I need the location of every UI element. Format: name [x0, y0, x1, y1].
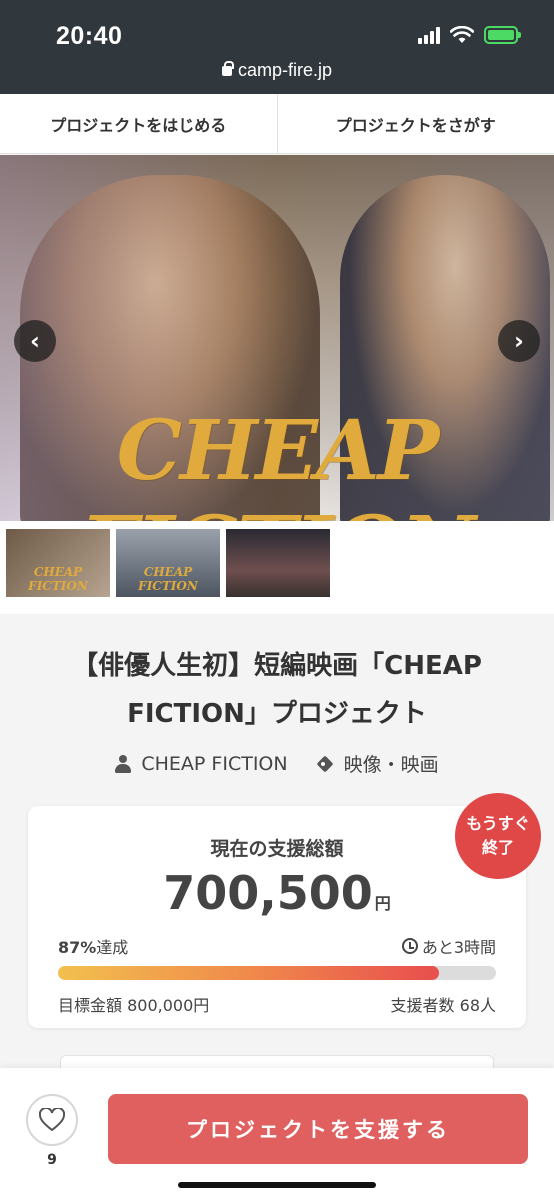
url-text: camp-fire.jp: [237, 60, 333, 80]
support-project-button[interactable]: プロジェクトを支援する: [108, 1094, 528, 1164]
top-nav: プロジェクトをはじめる プロジェクトをさがす: [0, 94, 554, 154]
time-remaining: あと3時間: [401, 934, 496, 958]
thumbnail-2[interactable]: CHEAP FICTION: [116, 529, 220, 597]
hero-title-art: CHEAP FICTION: [80, 403, 476, 521]
cellular-signal-icon: [418, 26, 440, 44]
clock-icon: [401, 938, 418, 954]
achievement-rate: 87%達成: [58, 938, 129, 957]
status-icons: [418, 26, 521, 44]
address-bar[interactable]: camp-fire.jp: [0, 60, 554, 81]
clock-time: 20:40: [56, 22, 123, 50]
category-name: 映像・映画: [343, 754, 439, 776]
owner-name: CHEAP FICTION: [141, 752, 288, 775]
funding-card: 現在の支援総額 700,500 円 87%達成 あと3時間 目標金額 800,00…: [28, 806, 526, 1028]
hero-carousel[interactable]: CHEAP FICTION: [0, 155, 554, 521]
thumbnail-1[interactable]: CHEAP FICTION: [6, 529, 110, 597]
status-bar: 20:40 camp-fire.jp: [0, 0, 554, 94]
heart-icon: [39, 1108, 65, 1132]
tag-icon: [316, 756, 334, 772]
favorite-count: 9: [47, 1152, 57, 1168]
search-project-link[interactable]: プロジェクトをさがす: [278, 94, 554, 153]
user-icon: [115, 754, 132, 773]
carousel-prev-button[interactable]: ‹: [14, 320, 56, 362]
backer-count: 支援者数 68人: [390, 996, 496, 1015]
progress-bar: [58, 966, 496, 980]
category-link[interactable]: 映像・映画: [316, 750, 439, 777]
home-indicator[interactable]: [178, 1182, 376, 1188]
funding-label: 現在の支援総額: [210, 838, 344, 860]
chevron-left-icon: ‹: [30, 327, 40, 355]
thumbnail-strip: CHEAP FICTION CHEAP FICTION: [0, 521, 554, 614]
wifi-icon: [450, 26, 474, 43]
favorite-button[interactable]: [26, 1094, 78, 1146]
project-meta: CHEAP FICTION 映像・映画: [0, 750, 554, 777]
carousel-next-button[interactable]: ›: [498, 320, 540, 362]
owner-link[interactable]: CHEAP FICTION: [115, 752, 288, 775]
bottom-action-bar: 9 プロジェクトを支援する: [0, 1068, 554, 1200]
chevron-right-icon: ›: [514, 327, 524, 355]
progress-fill: [58, 966, 440, 980]
ending-soon-badge: もうすぐ 終了: [455, 793, 541, 879]
thumbnail-3[interactable]: [226, 529, 330, 597]
project-title: 【俳優人生初】短編映画「CHEAP FICTION」プロジェクト: [72, 651, 482, 729]
lock-icon: [221, 61, 234, 76]
goal-amount: 目標金額 800,000円: [58, 996, 210, 1015]
funding-amount: 700,500: [163, 866, 373, 920]
battery-charging-icon: [484, 26, 521, 44]
start-project-link[interactable]: プロジェクトをはじめる: [0, 94, 278, 153]
currency-unit: 円: [374, 894, 391, 913]
